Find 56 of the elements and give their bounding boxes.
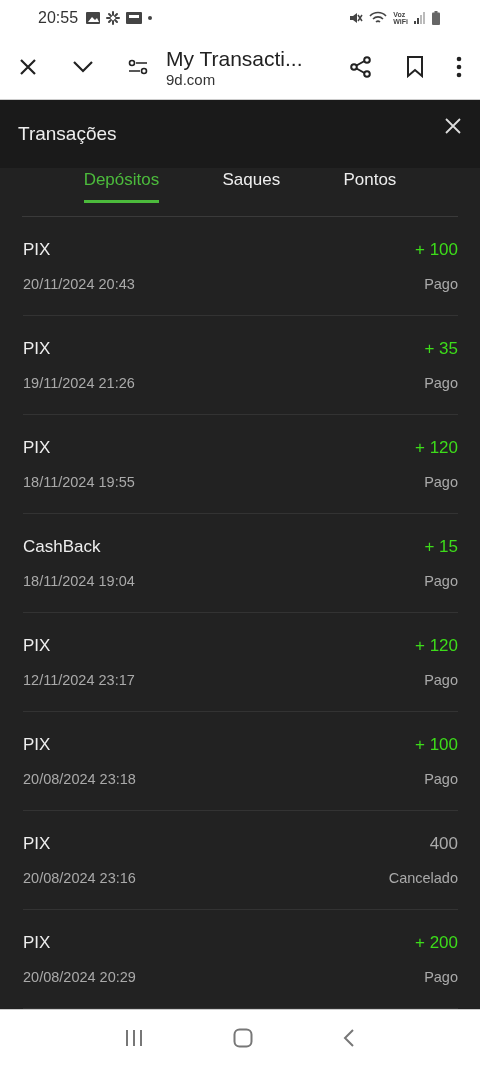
transaction-status: Pago bbox=[424, 969, 458, 985]
transaction-date: 20/08/2024 20:29 bbox=[23, 969, 136, 985]
payment-method: PIX bbox=[23, 339, 51, 359]
transaction-status: Pago bbox=[424, 375, 458, 391]
transaction-date: 18/11/2024 19:04 bbox=[23, 573, 135, 589]
transaction-status: Pago bbox=[424, 474, 458, 490]
transaction-date: 12/11/2024 23:17 bbox=[23, 672, 135, 688]
amount: + 15 bbox=[424, 537, 458, 557]
transaction-status: Pago bbox=[424, 573, 458, 589]
settings-icon[interactable] bbox=[128, 59, 148, 76]
payment-method: PIX bbox=[23, 735, 51, 755]
tab[interactable]: Saques bbox=[222, 170, 281, 203]
gallery-icon bbox=[86, 11, 101, 24]
back-icon[interactable] bbox=[343, 1028, 355, 1048]
amount: + 120 bbox=[415, 636, 458, 656]
chevron-down-icon[interactable] bbox=[72, 60, 94, 75]
payment-method: PIX bbox=[23, 933, 51, 953]
transaction-status: Cancelado bbox=[388, 870, 458, 886]
transaction-date: 19/11/2024 21:26 bbox=[23, 375, 135, 391]
transaction-status: Pago bbox=[424, 771, 458, 787]
battery-icon bbox=[432, 10, 440, 25]
amount: + 200 bbox=[415, 933, 458, 953]
amount: + 100 bbox=[415, 735, 458, 755]
signal-icon bbox=[414, 11, 426, 24]
home-icon[interactable] bbox=[233, 1028, 253, 1048]
amount: + 35 bbox=[424, 339, 458, 359]
wifi-icon bbox=[369, 10, 388, 25]
transaction-date: 18/11/2024 19:55 bbox=[23, 474, 135, 490]
page-title: My Transacti... bbox=[166, 46, 304, 71]
dialog-title: Transações bbox=[18, 123, 117, 145]
payment-method: PIX bbox=[23, 438, 51, 458]
payment-method: PIX bbox=[23, 636, 51, 656]
payment-method: PIX bbox=[23, 240, 51, 260]
pinwheel-icon bbox=[106, 10, 121, 25]
card-icon bbox=[126, 11, 143, 24]
payment-method: CashBack bbox=[23, 537, 101, 557]
close-icon[interactable] bbox=[445, 118, 461, 134]
status-time: 20:55 bbox=[38, 8, 79, 27]
bookmark-icon[interactable] bbox=[406, 56, 424, 79]
transaction-date: 20/08/2024 23:16 bbox=[23, 870, 136, 886]
page-url: 9d.com bbox=[166, 70, 217, 88]
muted-icon bbox=[349, 10, 364, 25]
transaction-date: 20/11/2024 20:43 bbox=[23, 276, 135, 292]
payment-method: PIX bbox=[23, 834, 51, 854]
dot-icon bbox=[148, 15, 153, 20]
tab[interactable]: Depósitos bbox=[83, 170, 160, 203]
more-icon[interactable] bbox=[456, 56, 462, 79]
transaction-status: Pago bbox=[424, 276, 458, 292]
transaction-status: Pago bbox=[424, 672, 458, 688]
tab[interactable]: Pontos bbox=[343, 170, 397, 203]
amount: + 100 bbox=[415, 240, 458, 260]
share-icon[interactable] bbox=[350, 56, 372, 79]
transaction-date: 20/08/2024 23:18 bbox=[23, 771, 136, 787]
amount: + 120 bbox=[415, 438, 458, 458]
recent-apps-icon[interactable] bbox=[125, 1029, 143, 1047]
amount: 400 bbox=[429, 834, 458, 854]
